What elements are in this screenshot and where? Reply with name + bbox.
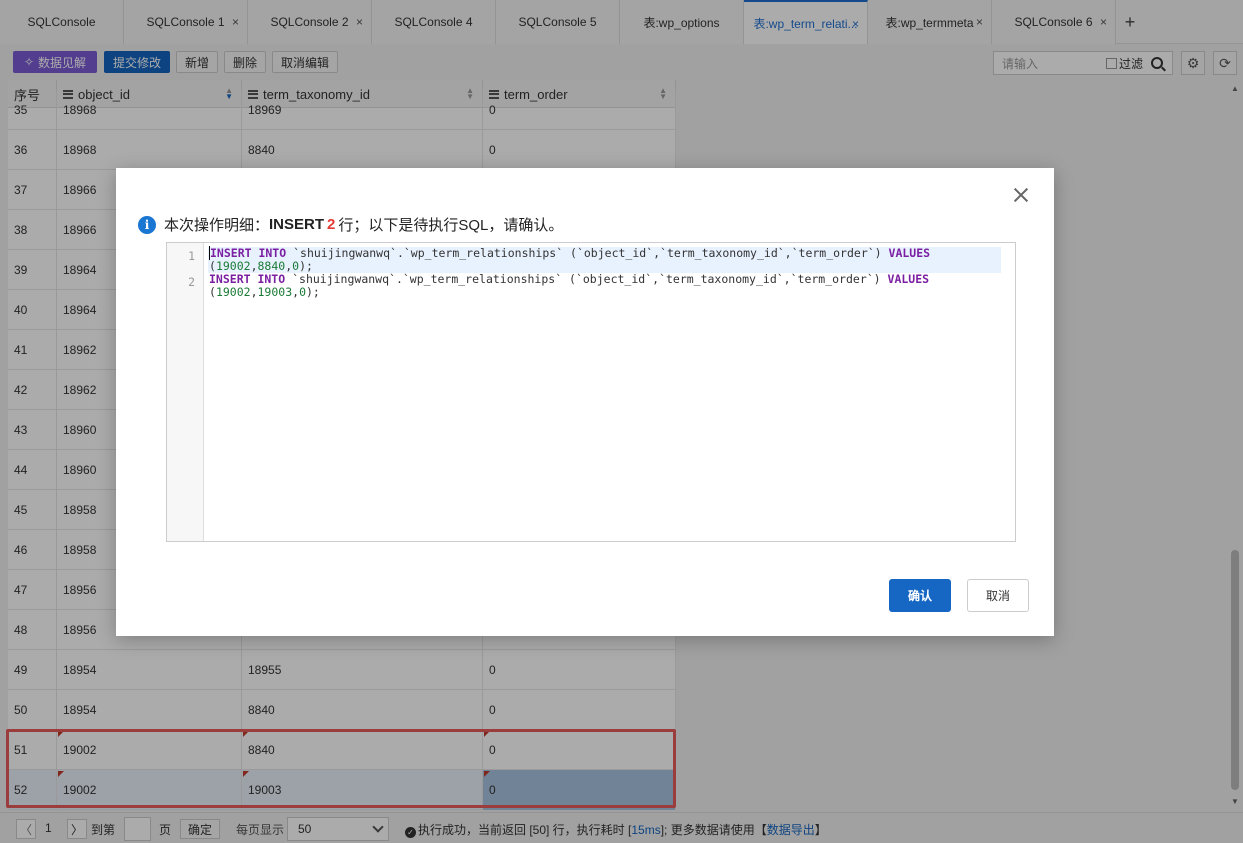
close-icon[interactable]: [1012, 186, 1030, 204]
sql-editor[interactable]: 1 2 INSERT INTO `shuijingwanwq`.`wp_term…: [166, 242, 1016, 542]
cancel-button[interactable]: 取消: [967, 579, 1029, 612]
line-number: 2: [188, 275, 195, 289]
sql-line: INSERT INTO `shuijingwanwq`.`wp_term_rel…: [209, 272, 930, 286]
sql-confirm-dialog: i 本次操作明细： INSERT 2 行；以下是待执行SQL，请确认。 1 2 …: [116, 168, 1054, 636]
line-gutter: 1 2: [167, 243, 204, 541]
line-number: 1: [188, 249, 195, 263]
confirm-button[interactable]: 确认: [889, 579, 951, 612]
info-icon: i: [138, 215, 156, 234]
sql-line: (19002,19003,0);: [209, 285, 320, 299]
sql-code: INSERT INTO `shuijingwanwq`.`wp_term_rel…: [208, 246, 1001, 299]
sql-line: INSERT INTO `shuijingwanwq`.`wp_term_rel…: [208, 246, 1001, 260]
dialog-title: i 本次操作明细： INSERT 2 行；以下是待执行SQL，请确认。: [138, 214, 563, 235]
